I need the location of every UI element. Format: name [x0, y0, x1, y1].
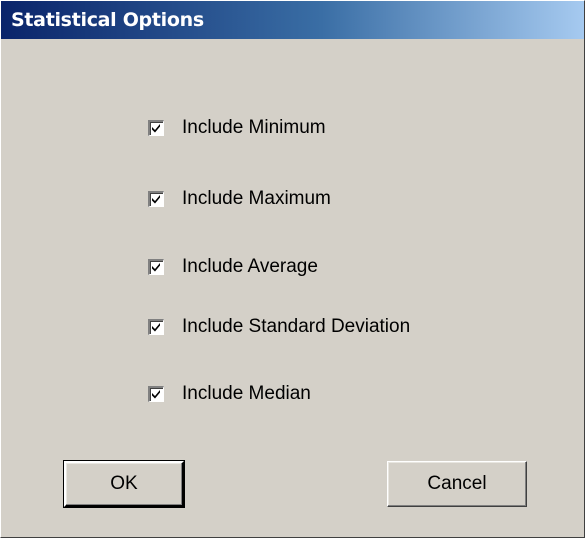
include-median-checkbox[interactable]: Include Median	[148, 381, 311, 407]
checkbox-box[interactable]	[148, 386, 164, 402]
checkmark-icon	[152, 195, 160, 204]
statistical-options-dialog: Statistical Options Include Minimum Incl…	[0, 0, 585, 538]
dialog-title: Statistical Options	[11, 9, 204, 31]
checkmark-icon	[152, 323, 160, 332]
include-maximum-checkbox[interactable]: Include Maximum	[148, 186, 331, 212]
checkmark-icon	[152, 263, 160, 272]
checkbox-label: Include Minimum	[182, 117, 326, 138]
ok-button[interactable]: OK	[63, 460, 185, 508]
checkbox-label: Include Median	[182, 383, 311, 404]
checkbox-box[interactable]	[148, 191, 164, 207]
include-average-checkbox[interactable]: Include Average	[148, 254, 318, 280]
checkbox-label: Include Maximum	[182, 188, 331, 209]
include-standard-deviation-checkbox[interactable]: Include Standard Deviation	[148, 314, 410, 340]
titlebar[interactable]: Statistical Options	[1, 1, 584, 39]
checkbox-label: Include Standard Deviation	[182, 316, 411, 337]
checkbox-box[interactable]	[148, 319, 164, 335]
checkbox-box[interactable]	[148, 120, 164, 136]
checkbox-box[interactable]	[148, 259, 164, 275]
checkmark-icon	[152, 124, 160, 133]
checkbox-label: Include Average	[182, 256, 318, 277]
cancel-button[interactable]: Cancel	[387, 461, 527, 507]
checkmark-icon	[152, 390, 160, 399]
include-minimum-checkbox[interactable]: Include Minimum	[148, 115, 326, 141]
